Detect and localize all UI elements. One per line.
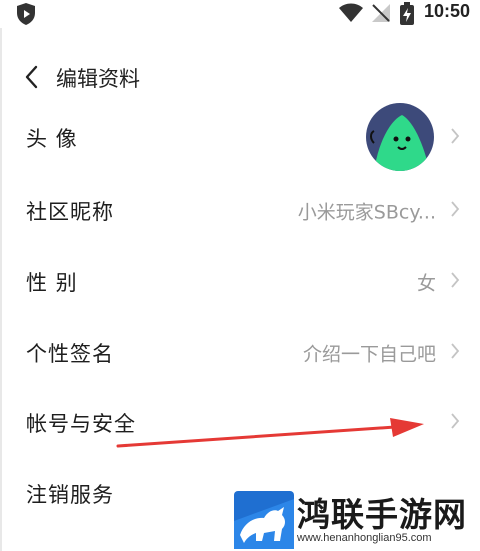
shield-icon bbox=[15, 2, 37, 30]
bull-logo-icon bbox=[234, 491, 294, 551]
avatar[interactable] bbox=[366, 103, 434, 171]
row-label: 帐号与安全 bbox=[26, 412, 136, 436]
gender-value: 女 bbox=[416, 272, 436, 295]
chevron-right-icon bbox=[450, 271, 460, 293]
row-label: 个性签名 bbox=[26, 342, 114, 366]
wifi-icon bbox=[338, 3, 364, 27]
watermark-url: www.henanhonglian95.com bbox=[297, 532, 432, 544]
row-nickname[interactable]: 社区昵称 小米玩家SBcy... bbox=[0, 180, 480, 242]
chevron-right-icon bbox=[450, 342, 460, 364]
row-account-security[interactable]: 帐号与安全 bbox=[0, 392, 480, 454]
watermark-title: 鸿联手游网 bbox=[297, 495, 467, 534]
page-title: 编辑资料 bbox=[56, 67, 140, 91]
signature-value: 介绍一下自己吧 bbox=[302, 343, 436, 366]
clock-time: 10:50 bbox=[424, 1, 471, 21]
row-label: 社区昵称 bbox=[26, 200, 114, 224]
status-bar: 10:50 bbox=[0, 0, 480, 28]
nickname-value: 小米玩家SBcy... bbox=[297, 201, 436, 224]
row-label: 头 像 bbox=[26, 127, 78, 151]
chevron-left-icon[interactable] bbox=[22, 64, 40, 94]
row-signature[interactable]: 个性签名 介绍一下自己吧 bbox=[0, 322, 480, 384]
battery-charging-icon bbox=[399, 2, 415, 30]
chevron-right-icon bbox=[450, 200, 460, 222]
chevron-right-icon bbox=[450, 412, 460, 434]
row-label: 性 别 bbox=[26, 271, 78, 295]
watermark: 鸿联手游网 www.henanhonglian95.com bbox=[230, 489, 480, 551]
row-label: 注销服务 bbox=[26, 483, 114, 507]
header: 编辑资料 bbox=[0, 56, 480, 100]
no-signal-icon bbox=[370, 3, 392, 27]
edit-profile-screen: 10:50 编辑资料 头 像 社区昵称 小米玩家SBcy... 性 别 女 个性… bbox=[0, 0, 480, 551]
chevron-right-icon bbox=[450, 127, 460, 149]
row-gender[interactable]: 性 别 女 bbox=[0, 251, 480, 313]
